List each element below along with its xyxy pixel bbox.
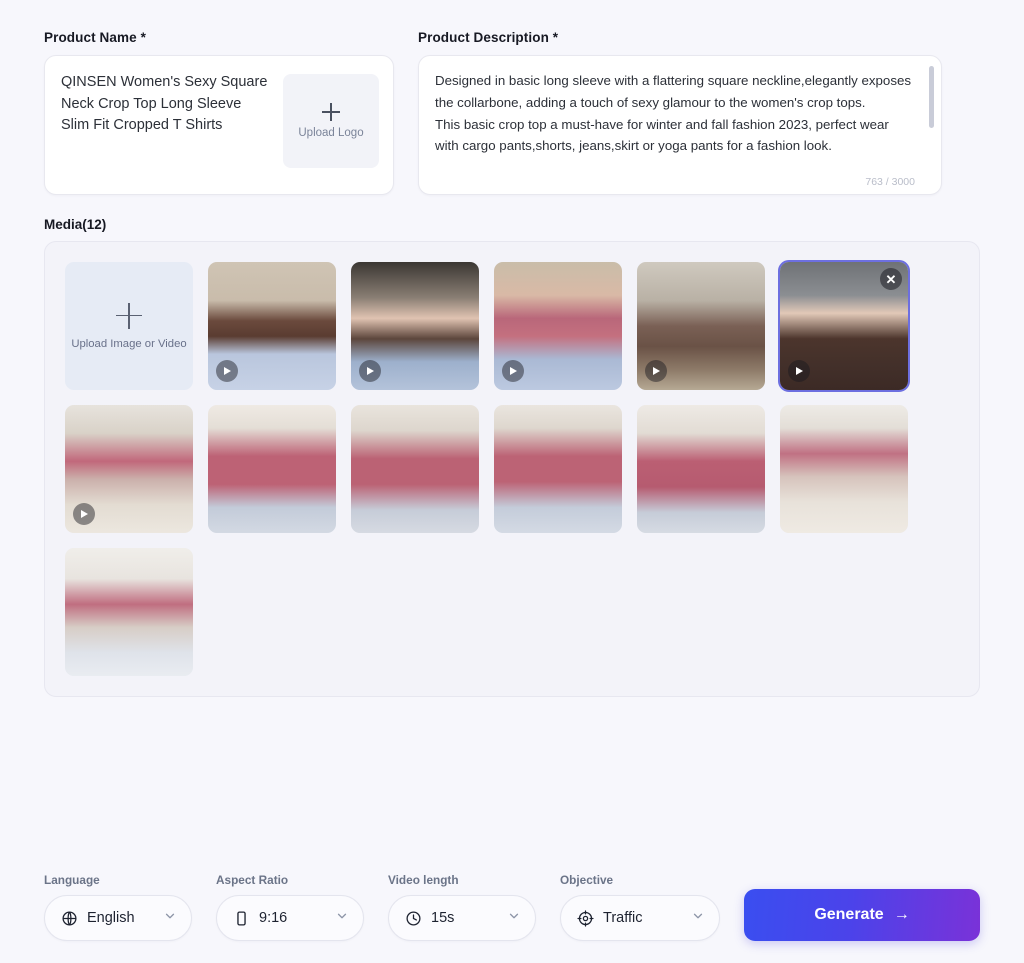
media-tile[interactable] <box>494 262 622 390</box>
plus-icon <box>322 103 340 121</box>
language-label: Language <box>44 873 100 887</box>
media-thumbnail-product-pink-croptop-front <box>208 405 336 533</box>
aspect-ratio-label: Aspect Ratio <box>216 873 289 887</box>
close-icon[interactable]: ✕ <box>880 268 902 290</box>
description-scrollbar[interactable] <box>929 66 934 184</box>
video-length-select[interactable]: 15s <box>388 895 536 941</box>
objective-label: Objective <box>560 873 614 887</box>
language-control: Language English <box>44 873 192 941</box>
media-thumbnail-product-pink-croptop-neckline <box>351 405 479 533</box>
objective-select[interactable]: Traffic <box>560 895 720 941</box>
media-tile[interactable] <box>637 262 765 390</box>
aspect-ratio-value: 9:16 <box>259 910 288 926</box>
description-scrollbar-thumb[interactable] <box>929 66 934 128</box>
media-tile[interactable] <box>351 262 479 390</box>
video-length-value: 15s <box>431 910 455 926</box>
globe-icon <box>61 910 78 927</box>
product-name-field-group: Product Name * QINSEN Women's Sexy Squar… <box>44 30 394 195</box>
media-tile[interactable] <box>637 405 765 533</box>
video-length-control: Video length 15s <box>388 873 536 941</box>
media-thumbnail-two-models-pink-croptops-pants <box>780 405 908 533</box>
media-thumbnail-size-chart <box>65 548 193 676</box>
objective-control: Objective Traffic <box>560 873 720 941</box>
media-tile[interactable] <box>208 262 336 390</box>
clock-icon <box>405 910 422 927</box>
upload-logo-button[interactable]: Upload Logo <box>283 74 379 168</box>
play-icon[interactable] <box>645 360 667 382</box>
objective-value: Traffic <box>603 910 643 926</box>
arrow-right-icon: → <box>893 906 910 923</box>
media-grid: Upload Image or Video ✕ <box>65 260 979 676</box>
play-icon[interactable] <box>502 360 524 382</box>
media-tile[interactable] <box>494 405 622 533</box>
upload-media-label: Upload Image or Video <box>71 337 187 350</box>
upload-media-tile[interactable]: Upload Image or Video <box>65 262 193 390</box>
play-icon[interactable] <box>359 360 381 382</box>
target-icon <box>577 909 594 927</box>
product-name-label: Product Name * <box>44 30 146 45</box>
media-section-heading: Media(12) <box>44 217 107 232</box>
upload-logo-label: Upload Logo <box>298 127 364 139</box>
video-length-label: Video length <box>388 873 459 887</box>
plus-icon <box>116 302 142 329</box>
play-icon[interactable] <box>788 360 810 382</box>
media-tile[interactable] <box>780 405 908 533</box>
product-description-card[interactable]: Designed in basic long sleeve with a fla… <box>418 55 942 195</box>
language-value: English <box>87 910 135 926</box>
media-thumbnail-product-pink-croptop-torso <box>494 405 622 533</box>
chevron-down-icon <box>335 909 349 928</box>
play-icon[interactable] <box>73 503 95 525</box>
language-select[interactable]: English <box>44 895 192 941</box>
bottom-toolbar: Language English Aspect Ratio 9:16 Video… <box>0 873 1024 963</box>
media-panel: Upload Image or Video ✕ <box>44 241 980 697</box>
chevron-down-icon <box>163 909 177 928</box>
play-icon[interactable] <box>216 360 238 382</box>
product-description-field-group: Product Description * Designed in basic … <box>418 30 942 195</box>
media-tile[interactable] <box>208 405 336 533</box>
phone-portrait-icon <box>233 910 250 927</box>
generate-button[interactable]: Generate → <box>744 889 980 941</box>
generate-button-label: Generate <box>814 906 884 923</box>
chevron-down-icon <box>507 909 521 928</box>
media-tile[interactable] <box>65 548 193 676</box>
chevron-down-icon <box>691 909 705 928</box>
product-video-generator-page: Product Name * QINSEN Women's Sexy Squar… <box>0 0 1024 963</box>
product-form-row: Product Name * QINSEN Women's Sexy Squar… <box>0 0 1024 195</box>
product-description-input[interactable]: Designed in basic long sleeve with a fla… <box>435 70 915 157</box>
product-description-label: Product Description * <box>418 30 559 45</box>
media-thumbnail-product-pink-croptop-side <box>637 405 765 533</box>
media-tile[interactable] <box>351 405 479 533</box>
media-tile[interactable] <box>65 405 193 533</box>
character-counter: 763 / 3000 <box>865 176 915 188</box>
aspect-ratio-select[interactable]: 9:16 <box>216 895 364 941</box>
product-name-input[interactable]: QINSEN Women's Sexy Square Neck Crop Top… <box>61 70 271 180</box>
media-tile[interactable]: ✕ <box>778 260 910 392</box>
product-name-card[interactable]: QINSEN Women's Sexy Square Neck Crop Top… <box>44 55 394 195</box>
aspect-ratio-control: Aspect Ratio 9:16 <box>216 873 364 941</box>
